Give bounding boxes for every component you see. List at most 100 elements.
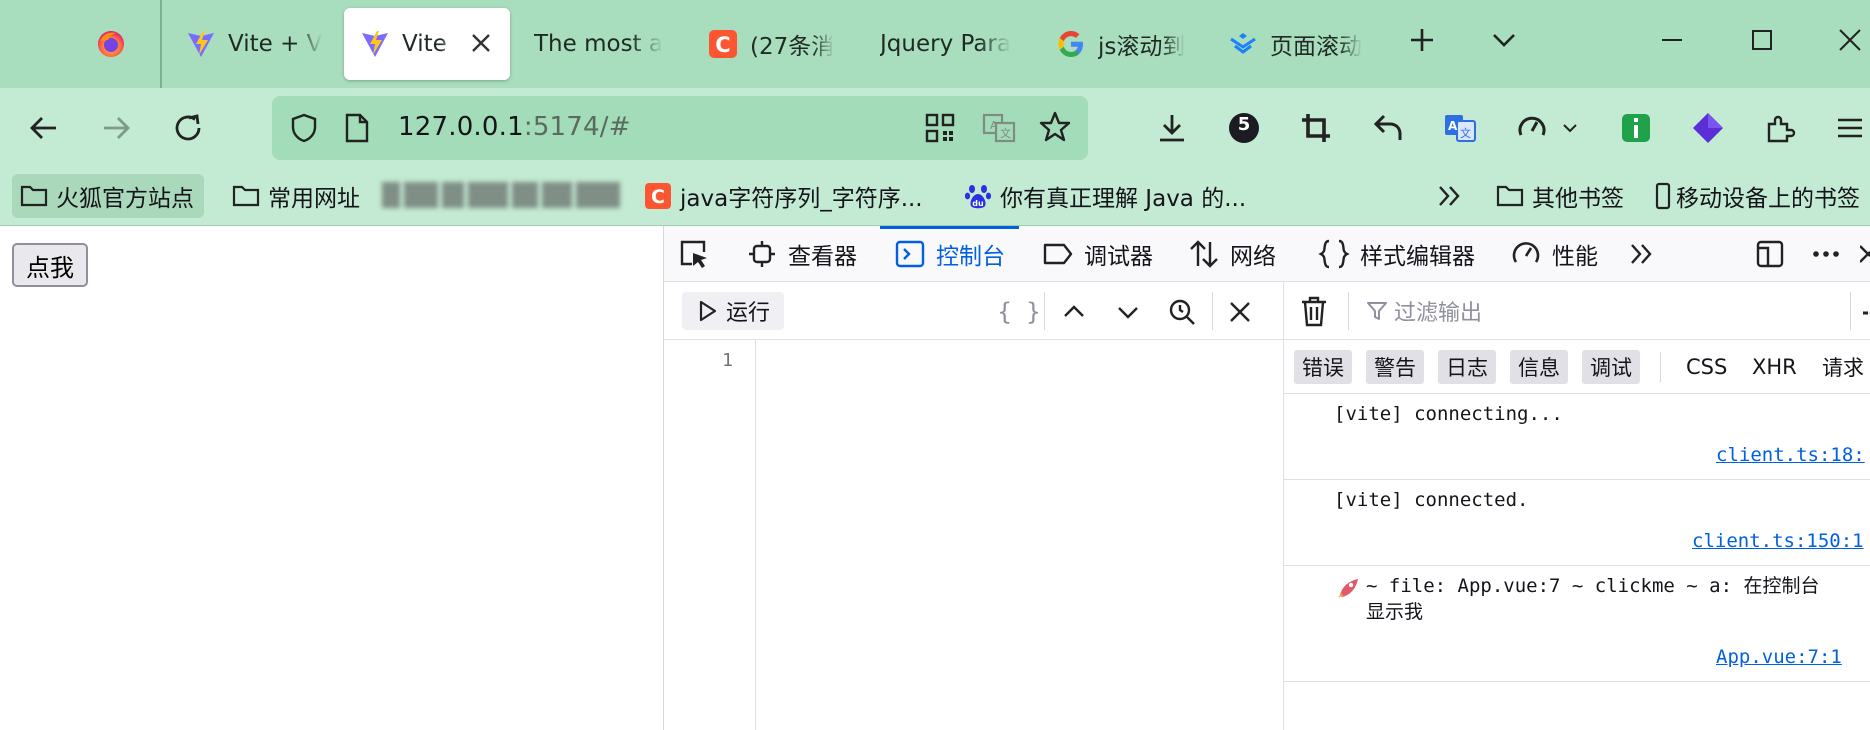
minimize-icon[interactable]	[1652, 20, 1692, 60]
filter-output-input[interactable]: 过滤输出	[1366, 294, 1482, 328]
bookmark-common-urls[interactable]: 常用网址	[224, 174, 370, 218]
tab-jquery[interactable]: Jquery Para	[880, 8, 1016, 80]
tab-debugger[interactable]: 调试器	[1042, 226, 1153, 282]
shield-icon[interactable]	[288, 112, 320, 148]
filter-warnings-button[interactable]: 警告	[1366, 350, 1424, 384]
speed-dial-icon[interactable]	[1510, 106, 1554, 150]
source-link[interactable]: App.vue:7:1	[1716, 646, 1842, 668]
filter-requests-button[interactable]: 请求	[1822, 350, 1864, 384]
page-info-icon[interactable]	[342, 112, 372, 148]
reverse-search-icon[interactable]	[1164, 294, 1200, 330]
undo-arrow-icon[interactable]	[1366, 106, 1410, 150]
filter-debug-button[interactable]: 调试	[1582, 350, 1640, 384]
downloads-icon[interactable]	[1150, 106, 1194, 150]
crop-screenshot-icon[interactable]	[1294, 106, 1338, 150]
console-settings-icon[interactable]	[1850, 292, 1870, 330]
reload-icon[interactable]	[166, 106, 210, 150]
list-all-tabs-icon[interactable]	[1484, 20, 1524, 60]
bookmarks-overflow-icon[interactable]	[1436, 174, 1464, 218]
braces-icon	[1318, 238, 1350, 270]
bookmark-label: 移动设备上的书签	[1676, 186, 1860, 212]
divider	[1348, 292, 1349, 330]
close-window-icon[interactable]	[1830, 20, 1870, 60]
app-menu-icon[interactable]	[1828, 106, 1870, 150]
tab-title: The most a	[534, 31, 663, 57]
source-link[interactable]: client.ts:18:	[1716, 444, 1865, 466]
filter-info-button[interactable]: 信息	[1510, 350, 1568, 384]
line-number-gutter: 1	[664, 340, 756, 730]
filter-errors-button[interactable]: 错误	[1294, 350, 1352, 384]
star-bookmark-icon[interactable]	[1038, 110, 1072, 148]
bookmark-label: 常用网址	[268, 186, 360, 212]
dock-side-icon[interactable]	[1754, 226, 1786, 282]
message-text: ~ file: App.vue:7 ~ clickme ~ a: 在控制台 显示…	[1366, 575, 1820, 623]
url-bar[interactable]: 127.0.0.1:5174/# A文	[272, 96, 1088, 160]
bookmark-label: 你有真正理解 Java 的...	[1000, 186, 1247, 212]
message-text: [vite] connected.	[1334, 489, 1529, 511]
tab-network[interactable]: 网络	[1188, 226, 1276, 282]
tab-title: Vite + V	[228, 31, 322, 57]
tab-style-editor[interactable]: 样式编辑器	[1318, 226, 1475, 282]
extensions-puzzle-icon[interactable]	[1758, 106, 1802, 150]
close-editor-icon[interactable]	[1222, 294, 1258, 330]
filter-css-button[interactable]: CSS	[1686, 350, 1727, 384]
back-icon[interactable]	[22, 106, 66, 150]
tab-title: 页面滚动	[1270, 34, 1362, 60]
filter-xhr-button[interactable]: XHR	[1752, 350, 1797, 384]
more-options-icon[interactable]	[1810, 226, 1842, 282]
tab-performance[interactable]: 性能	[1510, 226, 1598, 282]
translate-extension-icon[interactable]: A文	[1438, 106, 1482, 150]
bookmark-java-charseq[interactable]: C java字符序列_字符序...	[636, 174, 933, 218]
mobile-device-icon	[1654, 182, 1672, 210]
tab-vite-active[interactable]: Vite -	[344, 8, 510, 80]
forward-icon[interactable]	[94, 106, 138, 150]
filter-placeholder: 过滤输出	[1394, 301, 1483, 326]
close-devtools-icon[interactable]	[1860, 226, 1870, 282]
click-me-button[interactable]: 点我	[12, 243, 88, 287]
history-up-icon[interactable]	[1056, 294, 1092, 330]
bookmark-app-icon	[1228, 29, 1258, 59]
bookmark-java-understand[interactable]: du 你有真正理解 Java 的...	[956, 174, 1256, 218]
clear-console-icon[interactable]	[1298, 294, 1330, 332]
blurred-bookmark[interactable]	[382, 182, 622, 212]
extension-badge-icon[interactable]: 5	[1222, 106, 1266, 150]
qr-code-icon[interactable]	[924, 112, 956, 148]
tab-scroll[interactable]: 页面滚动	[1228, 8, 1368, 80]
url-text[interactable]: 127.0.0.1:5174/#	[398, 112, 631, 142]
output-toolbar: 过滤输出	[1284, 282, 1870, 340]
translate-icon[interactable]: A文	[982, 112, 1016, 148]
tab-label: 查看器	[788, 244, 857, 270]
diamond-extension-icon[interactable]	[1686, 106, 1730, 150]
filter-logs-button[interactable]: 日志	[1438, 350, 1496, 384]
run-button[interactable]: 运行	[682, 292, 785, 330]
tab-google[interactable]: js滚动到	[1056, 8, 1192, 80]
bookmark-label: java字符序列_字符序...	[680, 186, 923, 212]
bookmark-firefox-site[interactable]: 火狐官方站点	[12, 174, 204, 218]
history-down-icon[interactable]	[1110, 294, 1146, 330]
more-tabs-icon[interactable]	[1628, 226, 1658, 282]
tab-vite-1[interactable]: Vite + V	[186, 8, 322, 80]
bookmark-other[interactable]: 其他书签	[1488, 174, 1634, 218]
divider	[1044, 292, 1045, 330]
debugger-icon	[1042, 238, 1074, 270]
svg-text:文: 文	[1000, 126, 1011, 140]
pretty-print-button[interactable]: { }	[994, 294, 1044, 330]
filter-funnel-icon	[1366, 300, 1388, 322]
play-icon	[698, 299, 718, 323]
bookmark-mobile[interactable]: 移动设备上的书签	[1646, 174, 1860, 218]
tab-csdn[interactable]: C (27条消	[708, 8, 844, 80]
maximize-icon[interactable]	[1742, 20, 1782, 60]
navigation-toolbar: 127.0.0.1:5174/# A文 5 A文	[0, 88, 1870, 168]
info-extension-icon[interactable]	[1614, 106, 1658, 150]
code-input-area[interactable]	[756, 340, 1284, 730]
new-tab-icon[interactable]	[1402, 20, 1442, 60]
tab-console[interactable]: 控制台	[880, 226, 1019, 282]
tab-the-most[interactable]: The most a	[534, 8, 670, 80]
rocket-icon	[1336, 577, 1366, 600]
tab-firefox-view[interactable]	[96, 8, 136, 80]
chevron-down-icon[interactable]	[1558, 106, 1582, 150]
element-picker-icon[interactable]	[678, 226, 710, 282]
close-tab-icon[interactable]	[470, 32, 492, 60]
tab-inspector[interactable]: 查看器	[746, 226, 857, 282]
source-link[interactable]: client.ts:150:1	[1692, 530, 1864, 552]
